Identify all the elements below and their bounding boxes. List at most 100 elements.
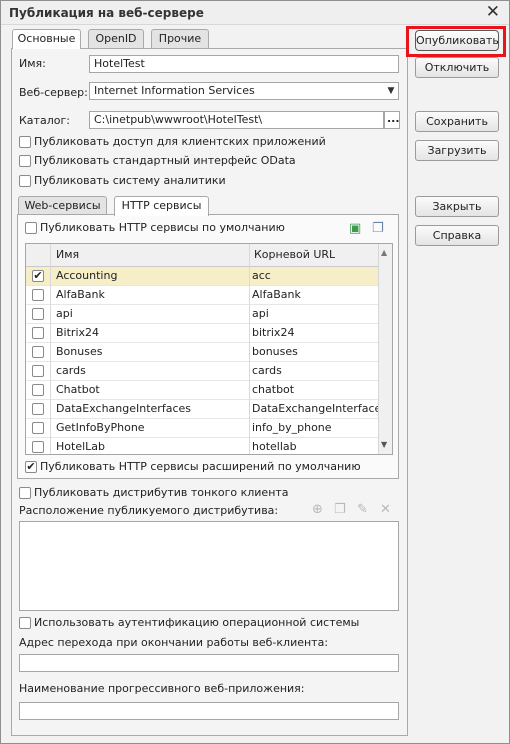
row-url: info_by_phone [252,421,332,434]
row-name: GetInfoByPhone [56,421,145,434]
copy-icon[interactable]: ❐ [372,221,384,236]
publish-client-apps-label: Публиковать доступ для клиентских прилож… [34,135,326,148]
catalog-field[interactable]: C:\inetpub\wwwroot\HotelTest\ [89,111,384,129]
http-services-table: Имя Корневой URL ✔ Accounting acc AlfaBa… [25,243,393,455]
row-url: chatbot [252,383,295,396]
column-header-name[interactable]: Имя [56,246,79,265]
table-row[interactable]: Bonuses bonuses [26,343,378,362]
publish-http-default-label: Публиковать HTTP сервисы по умолчанию [40,221,285,234]
copy-item-icon[interactable]: ❐ [334,502,346,517]
distrib-location-list[interactable] [19,521,399,611]
row-checkbox[interactable] [32,327,44,339]
row-checkbox[interactable]: ✔ [32,270,44,282]
table-row[interactable]: api api [26,305,378,324]
table-row[interactable]: Chatbot chatbot [26,381,378,400]
pwa-field[interactable] [19,702,399,720]
row-url: DataExchangeInterfaces [252,402,387,415]
publish-client-apps-checkbox[interactable] [19,136,31,148]
close-button[interactable]: Закрыть [415,196,499,217]
column-header-url[interactable]: Корневой URL [254,246,335,265]
row-checkbox[interactable] [32,346,44,358]
add-icon[interactable]: ⊕ [312,502,323,517]
name-field[interactable]: HotelTest [89,55,399,73]
tab-http-services[interactable]: HTTP сервисы [114,196,209,216]
row-checkbox[interactable] [32,441,44,453]
title-bar: Публикация на веб-сервере ✕ [1,1,509,25]
table-row[interactable]: HotelLab hotellab [26,438,378,454]
row-url: hotellab [252,440,297,453]
publish-odata-label: Публиковать стандартный интерфейс OData [34,154,296,167]
row-name: DataExchangeInterfaces [56,402,191,415]
table-header: Имя Корневой URL [26,244,392,267]
tab-web-services[interactable]: Web-сервисы [18,196,107,215]
row-url: acc [252,269,271,282]
catalog-browse-button[interactable]: ... [384,111,400,129]
close-icon[interactable]: ✕ [486,2,500,22]
row-checkbox[interactable] [32,422,44,434]
publish-http-ext-label: Публиковать HTTP сервисы расширений по у… [40,460,361,473]
edit-pencil-icon[interactable]: ✎ [357,502,368,517]
row-name: HotelLab [56,440,105,453]
publication-window: Публикация на веб-сервере ✕ Основные Ope… [0,0,510,744]
publish-distrib-checkbox[interactable] [19,487,31,499]
row-name: api [56,307,73,320]
header-divider [249,244,250,267]
table-scrollbar[interactable]: ▲ ▼ [378,244,392,454]
disable-button[interactable]: Отключить [415,57,499,78]
name-label: Имя: [19,57,46,70]
row-name: AlfaBank [56,288,105,301]
row-url: bonuses [252,345,298,358]
webserver-label: Веб-сервер: [19,86,88,99]
os-auth-checkbox[interactable] [19,617,31,629]
publish-http-default-checkbox[interactable] [25,222,37,234]
table-row[interactable]: GetInfoByPhone info_by_phone [26,419,378,438]
delete-icon[interactable]: ✕ [380,502,391,517]
webserver-select[interactable]: Internet Information Services [89,82,399,100]
tab-main[interactable]: Основные [12,29,81,49]
table-row[interactable]: Bitrix24 bitrix24 [26,324,378,343]
os-auth-label: Использовать аутентификацию операционной… [34,616,360,629]
scroll-down-icon[interactable]: ▼ [381,440,387,449]
row-name: cards [56,364,86,377]
catalog-label: Каталог: [19,114,70,127]
select-all-icon[interactable]: ▣ [349,221,361,236]
row-checkbox[interactable] [32,308,44,320]
redirect-field[interactable] [19,654,399,672]
tab-openid[interactable]: OpenID [88,29,144,48]
help-button[interactable]: Справка [415,225,499,246]
row-name: Chatbot [56,383,100,396]
window-title: Публикация на веб-сервере [9,6,204,20]
pwa-label: Наименование прогрессивного веб-приложен… [19,682,305,695]
chevron-down-icon[interactable]: ▼ [384,83,398,100]
row-url: cards [252,364,282,377]
load-button[interactable]: Загрузить [415,140,499,161]
table-row[interactable]: DataExchangeInterfaces DataExchangeInter… [26,400,387,419]
row-checkbox[interactable] [32,365,44,377]
publish-distrib-label: Публиковать дистрибутив тонкого клиента [34,486,289,499]
table-row[interactable]: ✔ Accounting acc [26,267,378,286]
row-checkbox[interactable] [32,384,44,396]
tab-other[interactable]: Прочие [151,29,209,48]
row-checkbox[interactable] [32,289,44,301]
row-name: Accounting [56,269,118,282]
table-row[interactable]: cards cards [26,362,378,381]
redirect-label: Адрес перехода при окончании работы веб-… [19,636,329,649]
header-divider [50,244,51,267]
publish-http-ext-checkbox[interactable]: ✔ [25,461,37,473]
row-url: bitrix24 [252,326,295,339]
row-url: AlfaBank [252,288,301,301]
scroll-up-icon[interactable]: ▲ [381,248,387,257]
row-name: Bonuses [56,345,103,358]
column-divider [249,267,250,454]
publish-analytics-label: Публиковать систему аналитики [34,174,226,187]
row-url: api [252,307,269,320]
save-button[interactable]: Сохранить [415,111,499,132]
table-row[interactable]: AlfaBank AlfaBank [26,286,378,305]
highlight-frame [406,26,506,57]
distrib-location-label: Расположение публикуемого дистрибутива: [19,504,279,517]
row-name: Bitrix24 [56,326,100,339]
column-divider [50,267,51,454]
row-checkbox[interactable] [32,403,44,415]
publish-odata-checkbox[interactable] [19,155,31,167]
publish-analytics-checkbox[interactable] [19,175,31,187]
